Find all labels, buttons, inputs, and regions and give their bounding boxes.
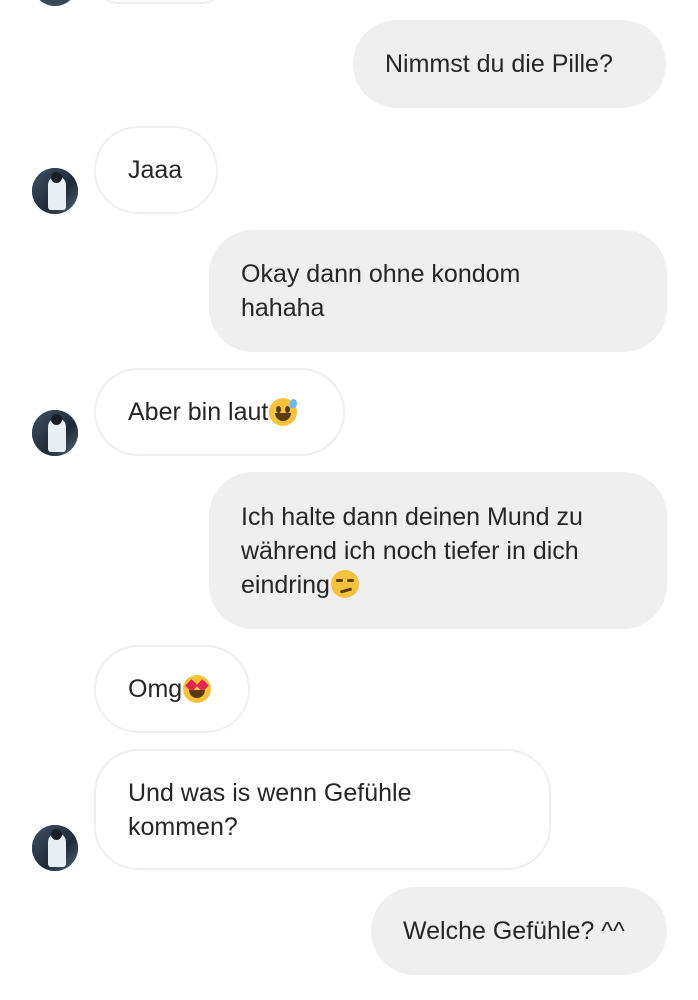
outgoing-message-bubble[interactable]: Nimmst du die Pille?: [353, 20, 666, 108]
message-text: Okay dann ohne kondom hahaha: [241, 260, 521, 322]
message-text-content: Ich halte dann deinen Mund zu während ic…: [241, 502, 583, 599]
sender-avatar[interactable]: [32, 0, 78, 6]
incoming-message-bubble[interactable]: Omg: [94, 645, 250, 733]
message-text: Aber bin laut: [128, 398, 269, 426]
message-thread: Nimmst du die Pille? Jaaa Okay dann ohne…: [0, 0, 698, 1000]
outgoing-message-bubble[interactable]: Okay dann ohne kondom hahaha: [209, 230, 667, 352]
sender-avatar[interactable]: [32, 168, 78, 214]
incoming-message-bubble[interactable]: Und was is wenn Gefühle kommen?: [94, 749, 551, 870]
message-text: Welche Gefühle? ^^: [403, 917, 625, 945]
outgoing-message-bubble[interactable]: Ich halte dann deinen Mund zu während ic…: [209, 472, 667, 629]
heart-eyes-emoji: [183, 675, 212, 703]
message-text: Ich halte dann deinen Mund zu während ic…: [241, 500, 583, 602]
message-text: Omg: [128, 675, 183, 703]
smirking-face-emoji: [330, 569, 359, 598]
sender-avatar[interactable]: [32, 825, 78, 871]
incoming-message-bubble[interactable]: Aber bin laut: [94, 368, 345, 456]
incoming-message-bubble[interactable]: Jaaa: [94, 126, 218, 214]
sender-avatar[interactable]: [32, 410, 78, 456]
message-text: Und was is wenn Gefühle kommen?: [128, 778, 412, 841]
grinning-sweat-emoji: [269, 398, 298, 426]
message-text: Jaaa: [128, 156, 183, 184]
message-text: Nimmst du die Pille?: [385, 50, 613, 78]
incoming-message-bubble[interactable]: [96, 0, 224, 4]
outgoing-message-bubble[interactable]: Welche Gefühle? ^^: [371, 887, 667, 975]
